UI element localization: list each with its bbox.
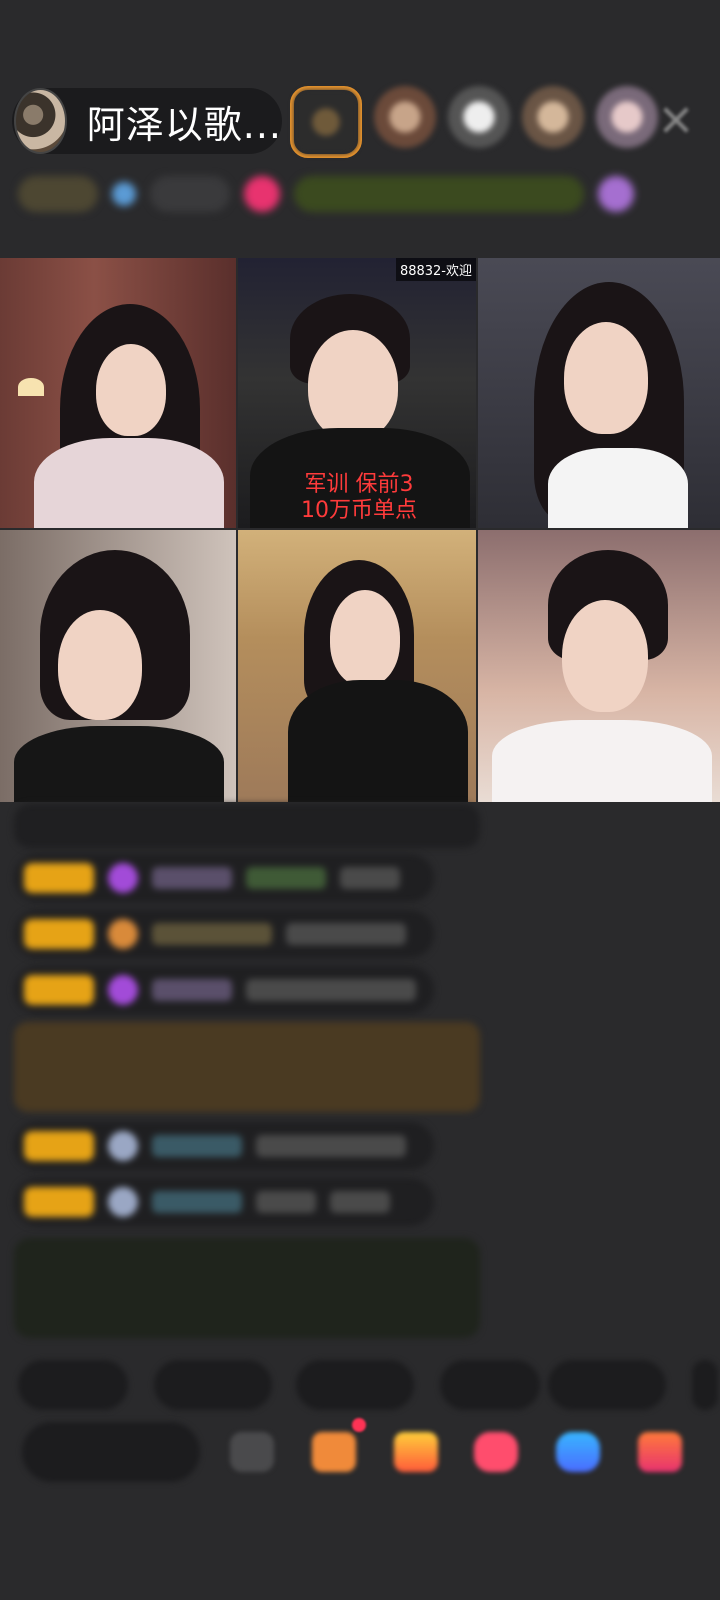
video-tile[interactable] [478, 258, 720, 528]
chat-message [14, 966, 434, 1014]
viewer-avatar[interactable] [522, 86, 584, 148]
quick-reply-bar[interactable] [18, 1360, 718, 1412]
quick-reply-chip[interactable] [440, 1360, 540, 1410]
chat-message [14, 1122, 434, 1170]
quick-reply-chip[interactable] [154, 1360, 272, 1410]
quick-reply-chip[interactable] [296, 1360, 414, 1410]
chat-message [14, 854, 434, 902]
close-icon[interactable] [660, 104, 692, 136]
gift-icon[interactable] [638, 1432, 682, 1472]
gift-box-icon[interactable] [394, 1432, 438, 1472]
video-tile[interactable] [478, 530, 720, 802]
video-tile[interactable] [238, 530, 476, 802]
top-viewers-list [290, 86, 658, 158]
host-avatar[interactable] [14, 88, 67, 154]
viewer-avatar[interactable] [596, 86, 658, 148]
video-tile[interactable] [0, 258, 236, 528]
tile-overlay-text: 军训 保前3 10万币单点 [301, 472, 417, 523]
room-info-bar[interactable] [18, 168, 688, 220]
quick-reply-chip[interactable] [18, 1360, 128, 1410]
emoji-icon[interactable] [230, 1432, 274, 1472]
tile-welcome-tag: 88832-欢迎 [395, 258, 476, 281]
chat-message [14, 804, 480, 848]
viewer-avatar[interactable] [290, 86, 362, 158]
video-tile[interactable]: 88832-欢迎 军训 保前3 10万币单点 [238, 258, 476, 528]
viewer-avatar[interactable] [374, 86, 436, 148]
notification-dot [352, 1418, 366, 1432]
multi-guest-video-grid: 88832-欢迎 军训 保前3 10万币单点 [0, 258, 720, 802]
interaction-icon[interactable] [474, 1432, 518, 1472]
highlight-message [14, 1022, 480, 1112]
shopping-icon[interactable] [312, 1432, 356, 1472]
host-info-pill[interactable]: 阿泽以歌... [12, 88, 282, 154]
chat-input[interactable] [22, 1422, 200, 1482]
system-notice [14, 1238, 480, 1338]
host-name: 阿泽以歌... [86, 102, 282, 147]
message-icon[interactable] [556, 1432, 600, 1472]
chat-message [14, 1178, 434, 1226]
chat-message [14, 910, 434, 958]
quick-reply-chip[interactable] [692, 1360, 718, 1410]
quick-reply-chip[interactable] [548, 1360, 666, 1410]
viewer-avatar[interactable] [448, 86, 510, 148]
video-tile[interactable] [0, 530, 236, 802]
bottom-action-bar [0, 1418, 720, 1486]
